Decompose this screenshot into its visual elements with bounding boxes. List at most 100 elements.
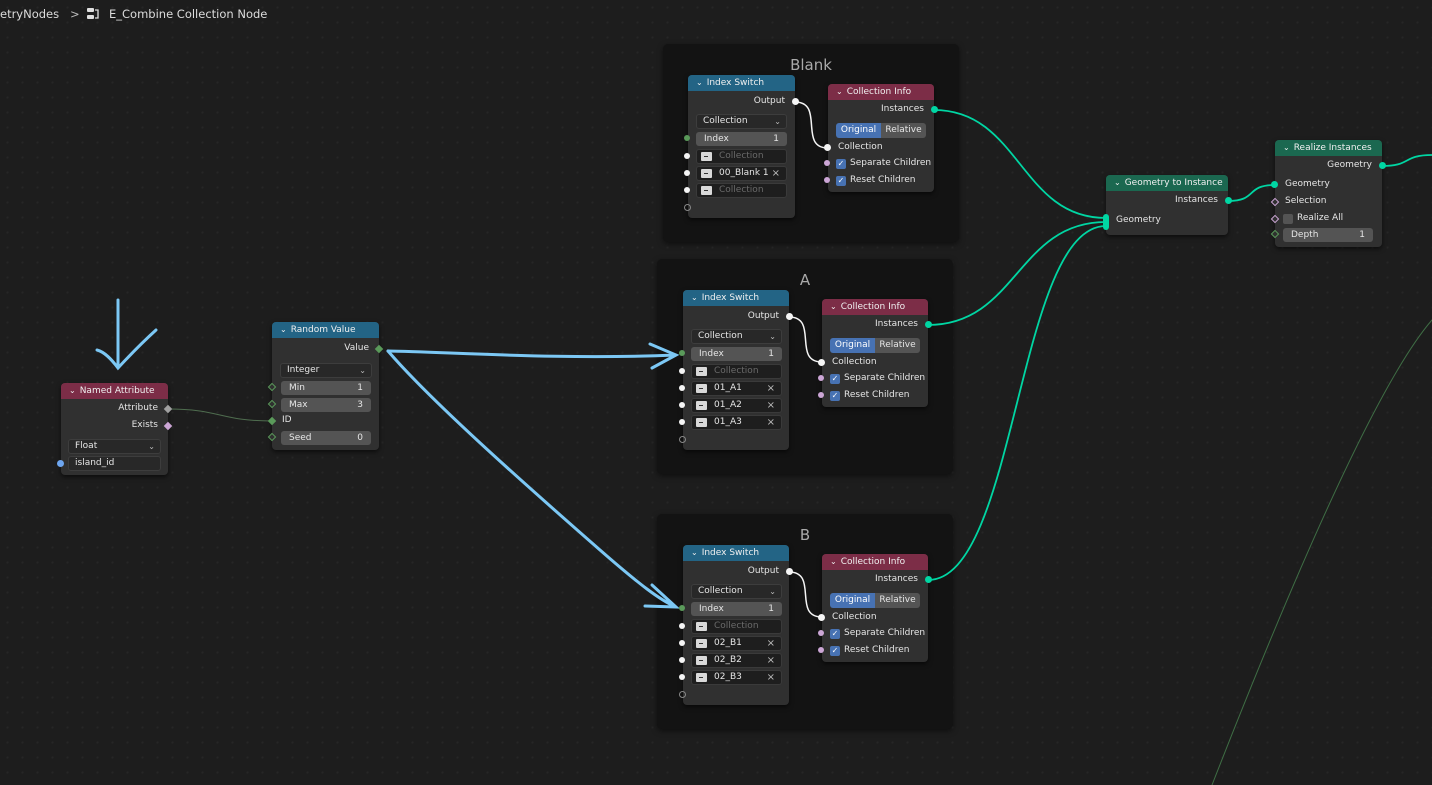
collapse-chevron-icon[interactable]: ⌄ <box>830 554 837 570</box>
breadcrumb-current[interactable]: E_Combine Collection Node <box>109 7 267 21</box>
item-socket[interactable] <box>679 385 685 391</box>
node-collection-info-blank[interactable]: ⌄ Collection Info Instances Original Relat… <box>824 84 938 192</box>
collapse-chevron-icon[interactable]: ⌄ <box>696 75 703 91</box>
original-option[interactable]: Original <box>836 123 881 138</box>
reset-children-socket[interactable] <box>818 392 824 398</box>
index-socket[interactable] <box>679 605 685 611</box>
extend-socket[interactable] <box>679 691 686 698</box>
node-collection-info-a[interactable]: ⌄ Collection Info Instances Original Relat… <box>818 299 932 407</box>
index-field[interactable]: Index 1 <box>691 602 782 616</box>
reset-children-socket[interactable] <box>818 647 824 653</box>
collection-item-field[interactable]: 01_A2 × <box>691 398 782 413</box>
breadcrumb-parent[interactable]: etryNodes <box>0 7 59 21</box>
collection-item-field[interactable]: 00_Blank 1 × <box>696 166 787 181</box>
multi-input-geometry-socket[interactable] <box>1103 214 1109 230</box>
collection-item-field[interactable]: Collection <box>696 183 787 198</box>
index-socket[interactable] <box>684 135 690 141</box>
item-socket[interactable] <box>684 170 690 176</box>
reset-children-checkbox[interactable]: ✓ <box>830 390 840 401</box>
clear-x-icon[interactable]: × <box>767 671 775 684</box>
clear-x-icon[interactable]: × <box>767 637 775 650</box>
data-type-dropdown[interactable]: Collection ⌄ <box>696 114 787 129</box>
collection-item-field[interactable]: 01_A3 × <box>691 415 782 430</box>
separate-children-socket[interactable] <box>818 375 824 381</box>
separate-children-checkbox[interactable]: ✓ <box>830 628 840 639</box>
item-socket[interactable] <box>684 187 690 193</box>
output-socket[interactable] <box>792 98 799 105</box>
name-input[interactable]: island_id <box>68 456 161 471</box>
depth-field[interactable]: Depth 1 <box>1283 228 1373 242</box>
transform-space-toggle[interactable]: Original Relative <box>830 593 920 608</box>
relative-option[interactable]: Relative <box>881 123 926 138</box>
data-type-dropdown[interactable]: Integer ⌄ <box>280 363 372 378</box>
collapse-chevron-icon[interactable]: ⌄ <box>1114 175 1121 191</box>
node-index-switch-b[interactable]: ⌄ Index Switch Output Collection ⌄ Index 1 … <box>679 545 793 705</box>
node-index-switch-blank[interactable]: ⌄ Index Switch Output Collection ⌄ Index 1 … <box>684 75 799 218</box>
item-socket[interactable] <box>679 623 685 629</box>
seed-field[interactable]: Seed 0 <box>281 431 371 445</box>
collapse-chevron-icon[interactable]: ⌄ <box>69 383 76 399</box>
output-socket[interactable] <box>786 313 793 320</box>
data-type-dropdown[interactable]: Collection ⌄ <box>691 584 782 599</box>
collection-item-field[interactable]: 02_B3 × <box>691 670 782 685</box>
item-socket[interactable] <box>679 674 685 680</box>
reset-children-checkbox[interactable]: ✓ <box>836 175 846 186</box>
node-index-switch-a[interactable]: ⌄ Index Switch Output Collection ⌄ Index 1 … <box>679 290 793 450</box>
collection-socket[interactable] <box>818 614 825 621</box>
instances-socket[interactable] <box>925 576 932 583</box>
transform-space-toggle[interactable]: Original Relative <box>836 123 926 138</box>
original-option[interactable]: Original <box>830 338 875 353</box>
node-realize-instances[interactable]: ⌄ Realize Instances Geometry Geometry Sel… <box>1270 140 1386 247</box>
clear-x-icon[interactable]: × <box>767 654 775 667</box>
extend-socket[interactable] <box>679 436 686 443</box>
item-socket[interactable] <box>684 153 690 159</box>
index-field[interactable]: Index 1 <box>691 347 782 361</box>
separate-children-checkbox[interactable]: ✓ <box>836 158 846 169</box>
clear-x-icon[interactable]: × <box>767 382 775 395</box>
instances-socket[interactable] <box>1225 197 1232 204</box>
node-geometry-to-instance[interactable]: ⌄ Geometry to Instance Instances Geometry <box>1103 175 1232 235</box>
collapse-chevron-icon[interactable]: ⌄ <box>836 84 843 100</box>
collapse-chevron-icon[interactable]: ⌄ <box>280 322 287 338</box>
item-socket[interactable] <box>679 657 685 663</box>
item-socket[interactable] <box>679 402 685 408</box>
item-socket[interactable] <box>679 640 685 646</box>
index-field[interactable]: Index 1 <box>696 132 787 146</box>
clear-x-icon[interactable]: × <box>767 416 775 429</box>
instances-socket[interactable] <box>925 321 932 328</box>
collection-item-field[interactable]: Collection <box>696 149 787 164</box>
clear-x-icon[interactable]: × <box>767 399 775 412</box>
geometry-input-socket[interactable] <box>1271 181 1278 188</box>
collapse-chevron-icon[interactable]: ⌄ <box>691 290 698 306</box>
collection-item-field[interactable]: 02_B2 × <box>691 653 782 668</box>
instances-socket[interactable] <box>931 106 938 113</box>
name-socket[interactable] <box>57 460 64 467</box>
node-random-value[interactable]: ⌄ Random Value Value Integer ⌄ Min 1 Max 3 I… <box>267 322 384 450</box>
node-named-attribute[interactable]: ⌄ Named Attribute Attribute Exists Float ⌄… <box>57 383 173 475</box>
output-socket[interactable] <box>786 568 793 575</box>
collapse-chevron-icon[interactable]: ⌄ <box>1283 140 1290 156</box>
data-type-dropdown[interactable]: Float ⌄ <box>68 439 161 454</box>
item-socket[interactable] <box>679 419 685 425</box>
item-socket[interactable] <box>679 368 685 374</box>
data-type-dropdown[interactable]: Collection ⌄ <box>691 329 782 344</box>
relative-option[interactable]: Relative <box>875 338 920 353</box>
node-collection-info-b[interactable]: ⌄ Collection Info Instances Original Relat… <box>818 554 932 662</box>
collapse-chevron-icon[interactable]: ⌄ <box>691 545 698 561</box>
max-field[interactable]: Max 3 <box>281 398 371 412</box>
collection-item-field[interactable]: 02_B1 × <box>691 636 782 651</box>
transform-space-toggle[interactable]: Original Relative <box>830 338 920 353</box>
original-option[interactable]: Original <box>830 593 875 608</box>
index-socket[interactable] <box>679 350 685 356</box>
collection-item-field[interactable]: Collection <box>691 619 782 634</box>
collection-socket[interactable] <box>824 144 831 151</box>
separate-children-socket[interactable] <box>824 160 830 166</box>
collection-socket[interactable] <box>818 359 825 366</box>
clear-x-icon[interactable]: × <box>772 167 780 180</box>
reset-children-checkbox[interactable]: ✓ <box>830 645 840 656</box>
extend-socket[interactable] <box>684 204 691 211</box>
separate-children-socket[interactable] <box>818 630 824 636</box>
geometry-output-socket[interactable] <box>1379 162 1386 169</box>
min-field[interactable]: Min 1 <box>281 381 371 395</box>
collection-item-field[interactable]: 01_A1 × <box>691 381 782 396</box>
